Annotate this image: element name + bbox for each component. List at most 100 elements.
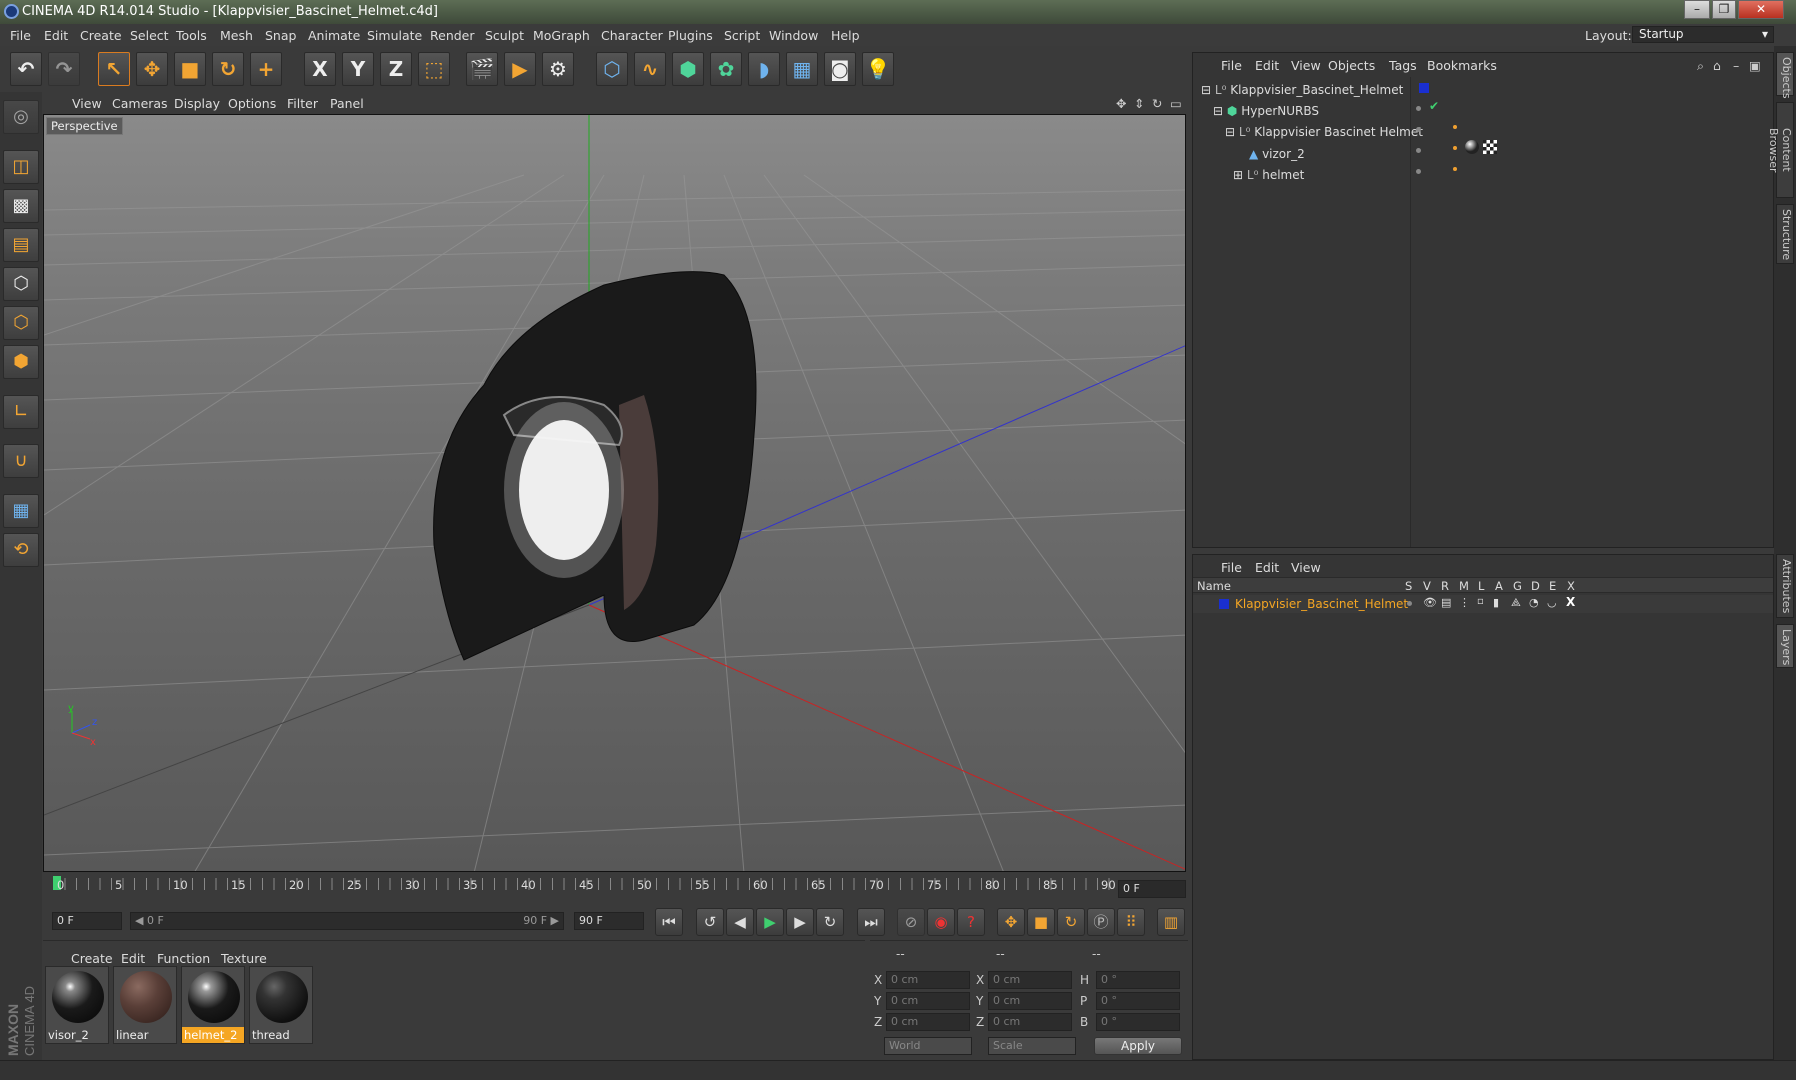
- rotation-h-field[interactable]: 0 °: [1096, 971, 1180, 989]
- add-nurbs-button[interactable]: ⬢: [672, 52, 704, 86]
- menu-simulate[interactable]: Simulate: [367, 28, 422, 43]
- snap-button[interactable]: ∪: [3, 444, 39, 478]
- enabled-check-icon[interactable]: ✔: [1429, 99, 1439, 113]
- make-editable-button[interactable]: ◎: [3, 100, 39, 134]
- points-mode-button[interactable]: ⬡: [3, 267, 39, 301]
- start-frame-field[interactable]: 0 F: [52, 912, 122, 930]
- layers-menu-view[interactable]: View: [1291, 560, 1321, 575]
- render-view-button[interactable]: 🎬: [466, 52, 498, 86]
- model-mode-button[interactable]: ◫: [3, 150, 39, 184]
- solo-button[interactable]: ⟲: [3, 533, 39, 567]
- material-tag-icon[interactable]: [1465, 140, 1479, 154]
- layer-color-swatch[interactable]: [1219, 599, 1229, 609]
- menu-script[interactable]: Script: [724, 28, 760, 43]
- go-to-start-button[interactable]: ⏮: [655, 908, 683, 936]
- move-button[interactable]: ✥: [136, 52, 168, 86]
- layer-manager-icon[interactable]: ⋮: [1459, 596, 1470, 609]
- texture-tag-icon[interactable]: [1483, 140, 1497, 154]
- menu-render[interactable]: Render: [430, 28, 475, 43]
- layout-select[interactable]: Startup ▾: [1632, 26, 1774, 43]
- previous-key-button[interactable]: ↺: [696, 908, 724, 936]
- key-pla-button[interactable]: ⠿: [1117, 908, 1145, 936]
- key-parameter-button[interactable]: Ⓟ: [1087, 908, 1115, 936]
- tab-objects[interactable]: Objects: [1776, 52, 1794, 99]
- render-picture-viewer-button[interactable]: ▶: [504, 52, 536, 86]
- material-menu-function[interactable]: Function: [157, 951, 210, 966]
- transform-button[interactable]: +: [250, 52, 282, 86]
- position-z-field[interactable]: 0 cm: [886, 1013, 970, 1031]
- z-axis-button[interactable]: Z: [380, 52, 412, 86]
- menu-plugins[interactable]: Plugins: [668, 28, 713, 43]
- layer-xref-icon[interactable]: X: [1566, 595, 1575, 609]
- tab-attributes[interactable]: Attributes: [1776, 554, 1794, 618]
- menu-snap[interactable]: Snap: [265, 28, 296, 43]
- column-animation[interactable]: A: [1495, 579, 1503, 593]
- undo-button[interactable]: ↶: [10, 52, 42, 86]
- column-render[interactable]: R: [1441, 579, 1449, 593]
- home-icon[interactable]: ⌂: [1713, 58, 1721, 73]
- objects-menu-tags[interactable]: Tags: [1389, 58, 1417, 73]
- size-y-field[interactable]: 0 cm: [988, 992, 1072, 1010]
- material-menu-edit[interactable]: Edit: [121, 951, 145, 966]
- keyframe-selection-button[interactable]: ?: [957, 908, 985, 936]
- render-settings-button[interactable]: ⚙: [542, 52, 574, 86]
- menu-mesh[interactable]: Mesh: [220, 28, 253, 43]
- layer-render-icon[interactable]: ▤: [1441, 596, 1451, 609]
- layer-lock-icon[interactable]: ▫: [1477, 596, 1484, 607]
- search-icon[interactable]: ⌕: [1697, 58, 1704, 74]
- phong-tag-icon[interactable]: [1453, 125, 1457, 129]
- layer-row[interactable]: Klappvisier_Bascinet_Helmet 👁 ▤ ⋮ ▫ ▮ ⟁ …: [1193, 595, 1773, 613]
- tab-structure[interactable]: Structure: [1776, 204, 1794, 264]
- coordinate-system-button[interactable]: ⬚: [418, 52, 450, 86]
- key-scale-button[interactable]: ■: [1027, 908, 1055, 936]
- apply-button[interactable]: Apply: [1094, 1037, 1182, 1055]
- position-y-field[interactable]: 0 cm: [886, 992, 970, 1010]
- tab-layers[interactable]: Layers: [1776, 624, 1794, 668]
- rotate-button[interactable]: ↻: [212, 52, 244, 86]
- add-light-button[interactable]: 💡: [862, 52, 894, 86]
- workplane-lock-button[interactable]: ▦: [3, 494, 39, 528]
- menu-character[interactable]: Character: [601, 28, 663, 43]
- key-rotation-button[interactable]: ↻: [1057, 908, 1085, 936]
- visibility-dot[interactable]: [1416, 127, 1421, 132]
- add-array-button[interactable]: ✿: [710, 52, 742, 86]
- layer-name[interactable]: Klappvisier_Bascinet_Helmet: [1235, 597, 1408, 611]
- material-swatch[interactable]: thread: [249, 966, 313, 1044]
- menu-edit[interactable]: Edit: [44, 28, 68, 43]
- objects-menu-view[interactable]: View: [1291, 58, 1321, 73]
- viewport-menu-display[interactable]: Display: [174, 96, 220, 111]
- tab-content-browser[interactable]: Content Browser: [1767, 102, 1794, 198]
- size-z-field[interactable]: 0 cm: [988, 1013, 1072, 1031]
- tree-row[interactable]: ⊞ L⁰ helmet: [1233, 168, 1304, 182]
- menu-select[interactable]: Select: [130, 28, 169, 43]
- record-keys-button[interactable]: ⊘: [897, 908, 925, 936]
- objects-menu-file[interactable]: File: [1221, 58, 1242, 73]
- menu-mograph[interactable]: MoGraph: [533, 28, 590, 43]
- material-swatch[interactable]: helmet_2: [181, 966, 245, 1044]
- scale-button[interactable]: ■: [174, 52, 206, 86]
- position-x-field[interactable]: 0 cm: [886, 971, 970, 989]
- rotation-p-field[interactable]: 0 °: [1096, 992, 1180, 1010]
- column-generators[interactable]: G: [1513, 579, 1522, 593]
- add-cube-button[interactable]: ⬡: [596, 52, 628, 86]
- x-axis-button[interactable]: X: [304, 52, 336, 86]
- menu-sculpt[interactable]: Sculpt: [485, 28, 524, 43]
- close-button[interactable]: ✕: [1738, 0, 1784, 19]
- column-expressions[interactable]: E: [1549, 579, 1556, 593]
- phong-tag-icon[interactable]: [1453, 146, 1457, 150]
- add-spline-button[interactable]: ∿: [634, 52, 666, 86]
- material-swatch[interactable]: visor_2: [45, 966, 109, 1044]
- coordinate-space-select[interactable]: World: [884, 1037, 972, 1055]
- redo-button[interactable]: ↷: [48, 52, 80, 86]
- next-key-button[interactable]: ↻: [816, 908, 844, 936]
- perspective-viewport[interactable]: y z x Perspective: [43, 114, 1186, 872]
- layer-solo-toggle[interactable]: [1407, 601, 1412, 606]
- column-solo[interactable]: S: [1405, 579, 1412, 593]
- visibility-dot[interactable]: [1416, 148, 1421, 153]
- end-frame-field[interactable]: 90 F: [574, 912, 644, 930]
- layer-expression-icon[interactable]: ◡: [1547, 596, 1557, 609]
- next-frame-button[interactable]: ▶: [786, 908, 814, 936]
- layer-color-tag[interactable]: [1419, 83, 1429, 93]
- viewport-menu-filter[interactable]: Filter: [287, 96, 318, 111]
- viewport-move-icon[interactable]: ✥: [1116, 96, 1126, 111]
